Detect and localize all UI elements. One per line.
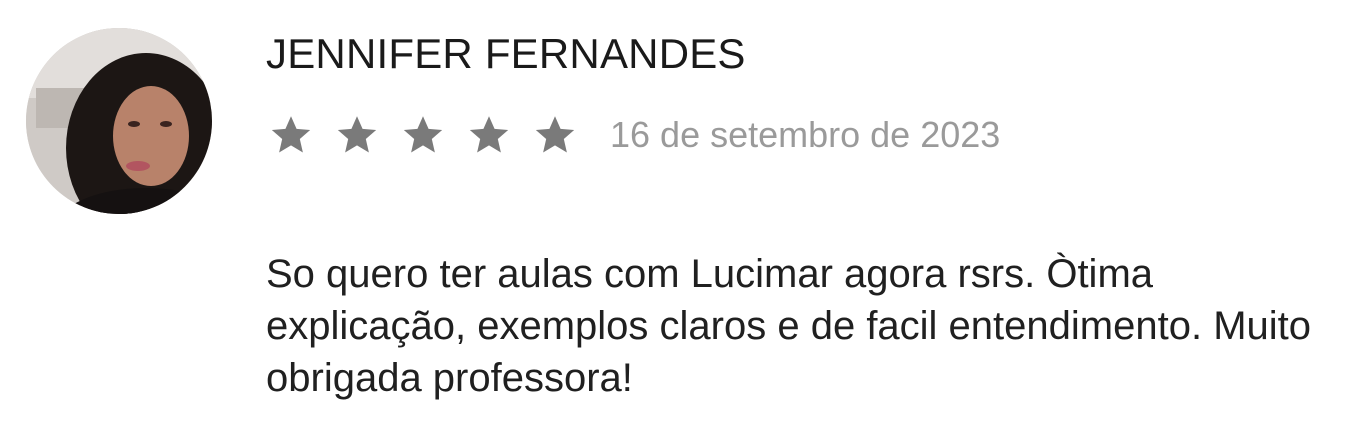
avatar[interactable] bbox=[26, 28, 212, 214]
star-icon bbox=[334, 112, 380, 158]
review-date: 16 de setembro de 2023 bbox=[610, 114, 1001, 155]
star-icon bbox=[268, 112, 314, 158]
review-card: JENNIFER FERNANDES 16 de setembro de 202… bbox=[0, 0, 1366, 425]
review-text: So quero ter aulas com Lucimar agora rsr… bbox=[266, 252, 1311, 400]
star-icon bbox=[400, 112, 446, 158]
star-rating bbox=[268, 112, 598, 158]
rating-row: 16 de setembro de 2023 bbox=[268, 110, 1000, 160]
star-icon bbox=[532, 112, 578, 158]
avatar-photo bbox=[26, 28, 212, 214]
star-icon bbox=[466, 112, 512, 158]
author-name: JENNIFER FERNANDES bbox=[266, 30, 746, 77]
